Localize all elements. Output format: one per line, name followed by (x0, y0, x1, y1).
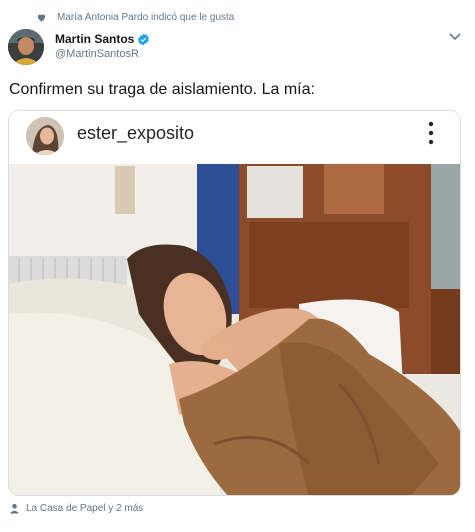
tweet-text: Confirmen su traga de aislamiento. La mí… (9, 81, 315, 98)
post-avatar-image (26, 117, 64, 155)
post-username[interactable]: ester_exposito (77, 123, 194, 144)
related-footer[interactable]: La Casa de Papel y 2 más (9, 503, 143, 514)
footer-text: La Casa de Papel y 2 más (26, 503, 144, 514)
tweet[interactable]: María Antonia Pardo indicó que le gusta … (0, 0, 475, 532)
post-header: ester_exposito (9, 111, 460, 164)
social-context: María Antonia Pardo indicó que le gusta (36, 12, 234, 23)
person-icon (9, 503, 20, 514)
verified-badge-icon (138, 33, 150, 45)
avatar-image (8, 29, 44, 65)
chevron-down-icon[interactable] (449, 33, 461, 41)
heart-icon (37, 14, 46, 22)
social-context-text[interactable]: María Antonia Pardo indicó que le gusta (57, 12, 234, 23)
embedded-instagram-post[interactable]: ester_exposito (8, 110, 461, 496)
post-photo[interactable] (9, 164, 461, 496)
more-options-icon[interactable] (427, 121, 435, 145)
author-block: Martin Santos @MartinSantosR (55, 32, 150, 60)
author-avatar[interactable] (8, 29, 44, 65)
author-handle[interactable]: @MartinSantosR (55, 48, 150, 60)
post-author-avatar[interactable] (26, 117, 64, 155)
author-name[interactable]: Martin Santos (55, 32, 134, 46)
